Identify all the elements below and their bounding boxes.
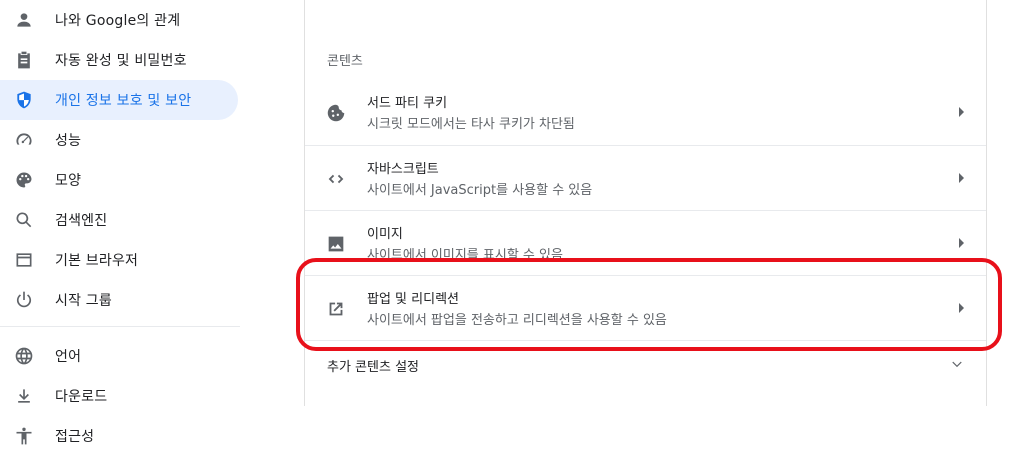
- sidebar-item-default-browser[interactable]: 기본 브라우저: [0, 240, 238, 280]
- sidebar-item-label: 개인 정보 보호 및 보안: [55, 93, 192, 109]
- search-icon: [14, 210, 34, 230]
- clipboard-icon: [14, 50, 34, 70]
- sidebar-item-label: 언어: [55, 349, 82, 365]
- person-icon: [14, 10, 34, 30]
- sidebar-item-label: 검색엔진: [55, 213, 108, 229]
- image-icon: [325, 233, 347, 255]
- row-third-party-cookies[interactable]: 서드 파티 쿠키 시크릿 모드에서는 타사 쿠키가 차단됨: [305, 80, 986, 145]
- sidebar-item-label: 성능: [55, 133, 82, 149]
- row-subtitle: 사이트에서 JavaScript를 사용할 수 있음: [367, 183, 593, 198]
- accessibility-icon: [14, 426, 34, 446]
- row-popups-redirects[interactable]: 팝업 및 리디렉션 사이트에서 팝업을 전송하고 리디렉션을 사용할 수 있음: [305, 276, 986, 341]
- sidebar-item-languages[interactable]: 언어: [0, 336, 238, 376]
- sidebar-item-label: 시작 그룹: [55, 293, 112, 309]
- additional-content-settings-toggle[interactable]: 추가 콘텐츠 설정: [305, 340, 986, 388]
- row-subtitle: 시크릿 모드에서는 타사 쿠키가 차단됨: [367, 117, 575, 132]
- sidebar-item-privacy-security[interactable]: 개인 정보 보호 및 보안: [0, 80, 238, 120]
- code-icon: [325, 168, 347, 190]
- row-title: 서드 파티 쿠키: [367, 96, 448, 111]
- sidebar-item-on-startup[interactable]: 시작 그룹: [0, 280, 238, 320]
- sidebar-item-autofill[interactable]: 자동 완성 및 비밀번호: [0, 40, 238, 80]
- row-subtitle: 사이트에서 팝업을 전송하고 리디렉션을 사용할 수 있음: [367, 313, 667, 328]
- cookie-icon: [325, 102, 347, 124]
- arrow-right-icon: [959, 107, 964, 117]
- chevron-down-icon: [950, 356, 964, 370]
- content-settings-card: 콘텐츠 서드 파티 쿠키 시크릿 모드에서는 타사 쿠키가 차단됨 자바스크립트…: [304, 0, 987, 406]
- arrow-right-icon: [959, 238, 964, 248]
- row-images[interactable]: 이미지 사이트에서 이미지를 표시할 수 있음: [305, 211, 986, 276]
- row-javascript[interactable]: 자바스크립트 사이트에서 JavaScript를 사용할 수 있음: [305, 146, 986, 211]
- sidebar-item-label: 다운로드: [55, 389, 108, 405]
- globe-icon: [14, 346, 34, 366]
- row-title: 이미지: [367, 227, 403, 242]
- sidebar: 나와 Google의 관계 자동 완성 및 비밀번호 개인 정보 보호 및 보안…: [0, 0, 240, 461]
- sidebar-item-downloads[interactable]: 다운로드: [0, 376, 238, 416]
- sidebar-item-performance[interactable]: 성능: [0, 120, 238, 160]
- open-in-new-icon: [325, 298, 347, 320]
- sidebar-divider: [0, 326, 240, 327]
- sidebar-item-label: 나와 Google의 관계: [55, 13, 181, 29]
- row-title: 자바스크립트: [367, 162, 439, 177]
- sidebar-item-accessibility[interactable]: 접근성: [0, 416, 238, 456]
- shield-icon: [14, 90, 34, 110]
- arrow-right-icon: [959, 173, 964, 183]
- row-title: 팝업 및 리디렉션: [367, 292, 459, 307]
- sidebar-item-label: 자동 완성 및 비밀번호: [55, 53, 187, 69]
- palette-icon: [14, 170, 34, 190]
- download-icon: [14, 386, 34, 406]
- speedometer-icon: [14, 130, 34, 150]
- sidebar-item-label: 모양: [55, 173, 82, 189]
- browser-window-icon: [14, 250, 34, 270]
- additional-content-settings-label: 추가 콘텐츠 설정: [327, 360, 419, 375]
- section-title: 콘텐츠: [327, 54, 363, 69]
- sidebar-item-label: 접근성: [55, 429, 95, 445]
- row-subtitle: 사이트에서 이미지를 표시할 수 있음: [367, 248, 563, 263]
- sidebar-item-you-and-google[interactable]: 나와 Google의 관계: [0, 0, 238, 40]
- arrow-right-icon: [959, 303, 964, 313]
- sidebar-item-appearance[interactable]: 모양: [0, 160, 238, 200]
- sidebar-item-search-engine[interactable]: 검색엔진: [0, 200, 238, 240]
- power-icon: [14, 290, 34, 310]
- sidebar-item-label: 기본 브라우저: [55, 253, 139, 269]
